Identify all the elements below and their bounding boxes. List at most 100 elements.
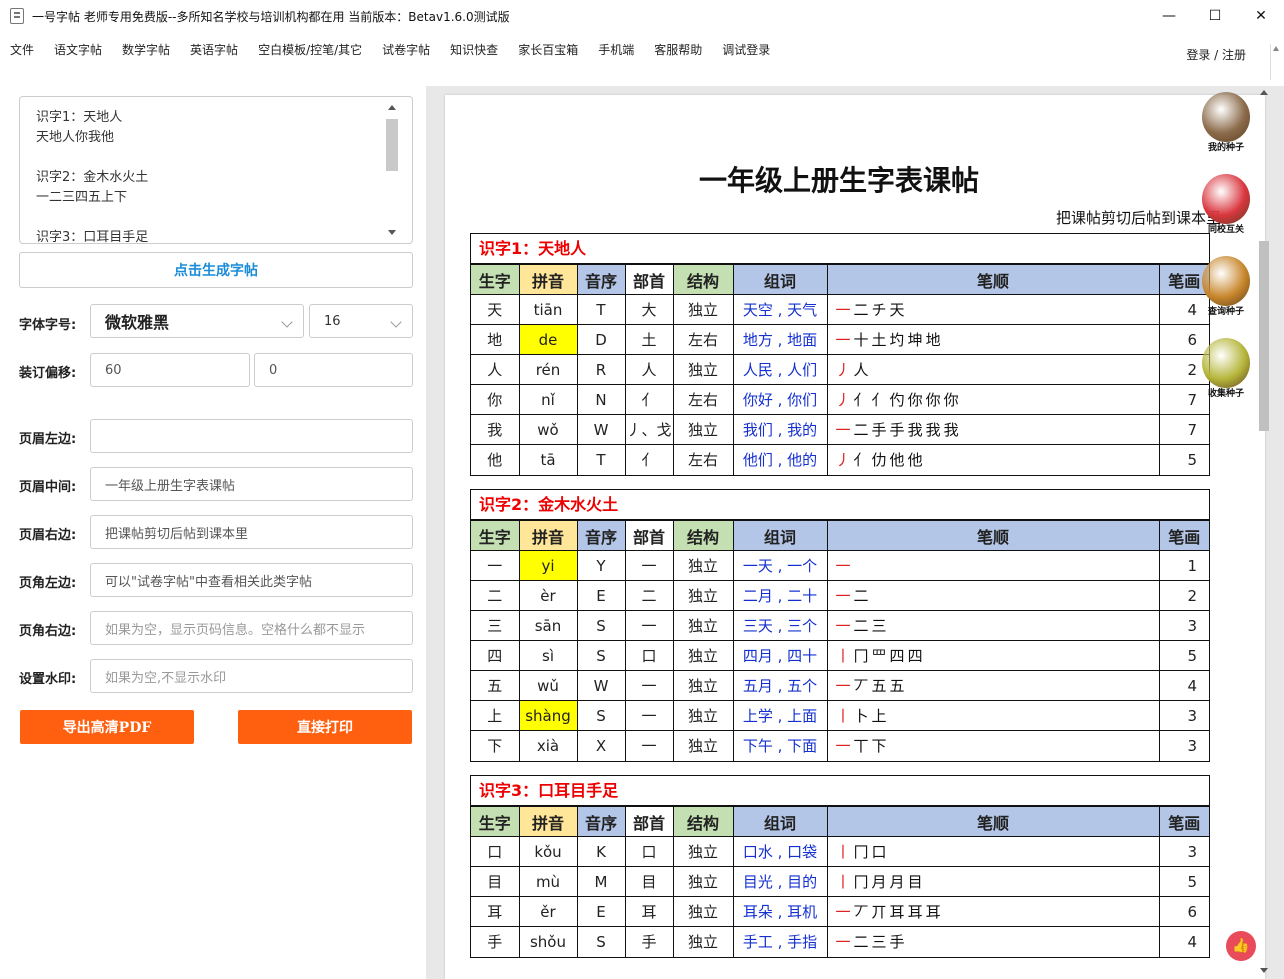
minimize-button[interactable]: —	[1146, 0, 1192, 32]
font-family-select[interactable]: 微软雅黑	[90, 304, 304, 338]
menu-item[interactable]: 文件	[10, 41, 34, 58]
menu-item[interactable]: 手机端	[598, 41, 634, 58]
maximize-button[interactable]: ☐	[1192, 0, 1238, 32]
character-cell: 目	[471, 866, 520, 897]
pinyin-cell: sì	[518, 640, 578, 671]
scroll-thumb[interactable]	[386, 119, 398, 171]
lesson-group-title: 识字2：金木水火土	[471, 490, 1209, 520]
initial-letter-cell: R	[576, 354, 626, 385]
offset-x-input[interactable]: 60	[90, 353, 250, 387]
seed-button[interactable]: 收集种子	[1198, 338, 1254, 399]
radical-cell: 目	[624, 866, 674, 897]
header-right-label: 页眉右边:	[19, 528, 77, 543]
structure-cell: 独立	[672, 670, 734, 701]
stroke-step: 丿	[835, 361, 851, 379]
stroke-step: 丿	[835, 451, 851, 470]
stroke-order-cell: 一二手手我我我	[826, 414, 1160, 445]
stroke-step: 三	[871, 933, 887, 952]
structure-cell: 独立	[672, 896, 734, 927]
scroll-up-arrow-icon[interactable]	[1260, 90, 1268, 95]
offset-y-input[interactable]: 0	[254, 353, 413, 387]
preview-scroll-thumb[interactable]	[1259, 241, 1269, 431]
stroke-count-cell: 5	[1158, 866, 1209, 897]
scroll-down-arrow-icon[interactable]	[388, 230, 396, 235]
menu-item[interactable]: 语文字帖	[54, 41, 102, 58]
stroke-step: 目	[907, 873, 923, 891]
initial-letter-cell: S	[576, 926, 626, 957]
pinyin-cell: sān	[518, 610, 578, 641]
column-header: 笔顺	[826, 264, 1160, 295]
stroke-step: 十	[853, 331, 869, 349]
menu-item[interactable]: 知识快查	[450, 41, 498, 58]
initial-letter-cell: W	[576, 414, 626, 445]
word-examples-cell: 耳朵 , 耳机	[732, 896, 828, 927]
stroke-step: 冂	[853, 873, 869, 891]
menu-item[interactable]: 家长百宝箱	[518, 41, 578, 58]
thumbs-up-icon[interactable]: 👍	[1226, 931, 1256, 961]
initial-letter-cell: E	[576, 580, 626, 611]
pinyin-cell: tiān	[518, 294, 578, 325]
menu-scroll-up-arrow[interactable]	[1270, 44, 1280, 80]
column-header: 部首	[624, 806, 674, 837]
stroke-step: 一	[835, 301, 851, 319]
close-button[interactable]: ✕	[1238, 0, 1284, 32]
column-header: 部首	[624, 520, 674, 551]
generate-copybook-button[interactable]: 点击生成字帖	[19, 252, 413, 288]
menu-item[interactable]: 试卷字帖	[382, 41, 430, 58]
structure-cell: 独立	[672, 730, 734, 761]
lesson-text-scrollbar[interactable]	[384, 103, 400, 237]
stroke-step: 一	[835, 421, 851, 439]
word-examples-cell: 五月 , 五个	[732, 670, 828, 701]
menu-item[interactable]: 调试登录	[722, 41, 770, 58]
structure-cell: 独立	[672, 580, 734, 611]
footer-left-input[interactable]: 可以"试卷字帖"中查看相关此类字帖	[90, 563, 413, 597]
export-pdf-button[interactable]: 导出高清PDF	[20, 710, 194, 744]
scroll-up-arrow-icon[interactable]	[388, 105, 396, 110]
stroke-step: 月	[889, 873, 905, 891]
scroll-down-arrow-icon[interactable]	[1260, 968, 1268, 973]
login-register-link[interactable]: 登录 / 注册	[1186, 46, 1246, 63]
header-right-input[interactable]: 把课帖剪切后帖到课本里	[90, 515, 413, 549]
table-row: 一 yi Y 一独立 一天 , 一个一 1	[471, 550, 1209, 581]
structure-cell: 左右	[672, 324, 734, 355]
word-examples-cell: 目光 , 目的	[732, 866, 828, 897]
stroke-step: 丿	[835, 391, 851, 409]
stroke-step: 罒	[871, 647, 887, 665]
stroke-step: 一	[835, 331, 851, 349]
stroke-step: 亻	[871, 391, 887, 409]
seed-icon	[1202, 92, 1250, 142]
header-left-input[interactable]	[90, 419, 413, 453]
seed-button[interactable]: 查询种子	[1198, 256, 1254, 317]
lesson-group-title: 识字1：天地人	[471, 234, 1209, 264]
preview-scrollbar[interactable]	[1256, 86, 1272, 979]
menu-item[interactable]: 数学字帖	[122, 41, 170, 58]
menu-item[interactable]: 客服帮助	[654, 41, 702, 58]
stroke-order-cell: 丨卜上	[826, 700, 1160, 731]
menu-item[interactable]: 空白模板/控笔/其它	[258, 41, 362, 58]
initial-letter-cell: X	[576, 730, 626, 761]
stroke-step: 仂	[871, 451, 887, 470]
lesson-group: 识字2：金木水火土 生字 拼音 音序 部首 结构 组词 笔顺 笔画一 yi Y 一独立 一天 , 一个一…	[470, 489, 1210, 762]
watermark-input[interactable]: 如果为空,不显示水印	[90, 659, 413, 693]
stroke-step: 一	[835, 557, 851, 575]
seed-icon	[1202, 338, 1250, 388]
column-header: 组词	[732, 806, 828, 837]
print-button[interactable]: 直接打印	[238, 710, 412, 744]
structure-cell: 独立	[672, 836, 734, 867]
character-cell: 下	[471, 730, 520, 761]
lesson-group: 识字1：天地人 生字 拼音 音序 部首 结构 组词 笔顺 笔画天 tiān T 大独立 天空 , 天气一…	[470, 233, 1210, 476]
seed-icon	[1202, 174, 1250, 224]
seed-button[interactable]: 同校互关	[1198, 174, 1254, 235]
character-cell: 地	[471, 324, 520, 355]
menu-item[interactable]: 英语字帖	[190, 41, 238, 58]
lesson-text-box[interactable]: 识字1：天地人 天地人你我他 识字2：金木水火土 一二三四五上下 识字3：口耳目…	[19, 96, 413, 244]
settings-panel: 识字1：天地人 天地人你我他 识字2：金木水火土 一二三四五上下 识字3：口耳目…	[0, 86, 426, 979]
lesson-text[interactable]: 识字1：天地人 天地人你我他 识字2：金木水火土 一二三四五上下 识字3：口耳目…	[20, 97, 412, 243]
header-middle-input[interactable]: 一年级上册生字表课帖	[90, 467, 413, 501]
seed-button[interactable]: 我的种子	[1198, 92, 1254, 153]
stroke-count-cell: 5	[1158, 640, 1209, 671]
stroke-order-cell: 丨冂罒四四	[826, 640, 1160, 671]
font-size-select[interactable]: 16	[309, 304, 413, 338]
footer-right-input[interactable]: 如果为空，显示页码信息。空格什么都不显示	[90, 611, 413, 645]
stroke-count-cell: 1	[1158, 550, 1209, 581]
